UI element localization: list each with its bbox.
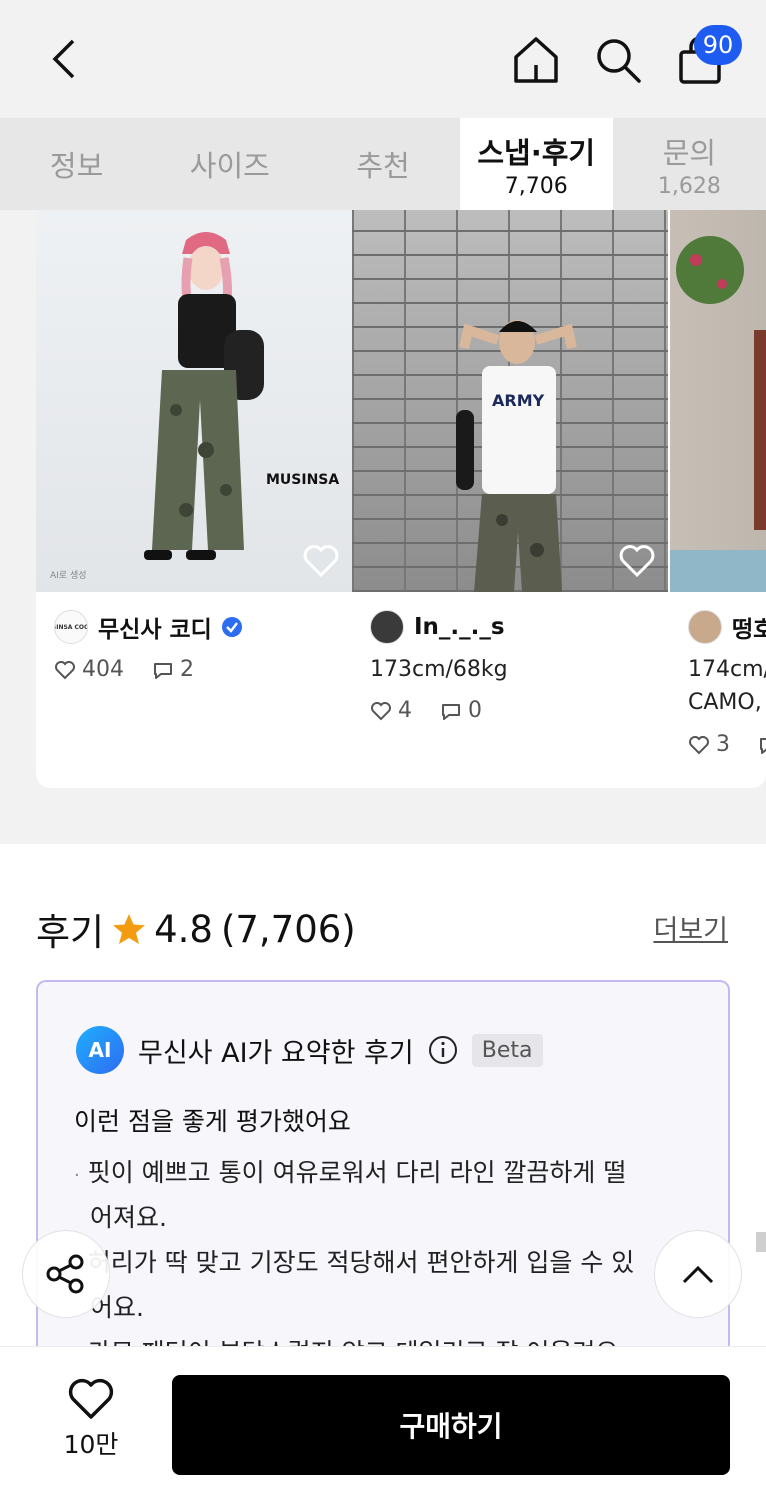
like-stat: 4 <box>370 698 412 723</box>
like-count: 3 <box>716 732 730 757</box>
see-more-link[interactable]: 더보기 <box>653 908 728 947</box>
ai-logo-icon: AI <box>76 1026 124 1074</box>
back-button[interactable] <box>40 34 88 84</box>
tab-label: 사이즈 <box>189 149 270 183</box>
snap-stats: 4 0 <box>370 698 482 723</box>
tab-count: 1,628 <box>657 173 721 199</box>
heart-icon <box>371 701 391 720</box>
like-count: 4 <box>398 698 412 723</box>
image-watermark: MUSINSA <box>266 472 340 488</box>
home-button[interactable] <box>508 32 564 88</box>
wishlist-button[interactable]: 10만 <box>52 1377 130 1467</box>
heart-outline-icon[interactable] <box>618 542 656 578</box>
snap-card[interactable]: 떵호 174cm/ CAMO, 3 <box>670 210 766 788</box>
comment-stat: 0 <box>440 698 482 723</box>
summary-line: 어요. <box>90 1293 144 1322</box>
product-tabs: 정보 사이즈 추천 스냅·후기 7,706 문의 1,628 <box>0 118 766 210</box>
tab-snap-review[interactable]: 스냅·후기 7,706 <box>459 118 613 210</box>
snap-photo[interactable]: ARMY <box>352 210 668 592</box>
bottom-purchase-bar: 10만 구매하기 <box>0 1346 766 1500</box>
buy-button[interactable]: 구매하기 <box>172 1375 730 1475</box>
tab-info[interactable]: 정보 <box>0 118 153 210</box>
search-icon <box>597 39 641 83</box>
snap-card[interactable]: ARMY In_._._s 173cm/68kg 4 0 <box>352 210 668 788</box>
body-info: 173cm/68kg <box>370 657 508 682</box>
model-figure: ARMY <box>456 320 577 592</box>
comment-icon <box>442 703 460 720</box>
scroll-top-button[interactable] <box>654 1230 742 1318</box>
comment-icon <box>760 737 766 754</box>
heart-icon <box>689 735 709 754</box>
snap-photo[interactable] <box>670 210 766 592</box>
snap-author[interactable]: In_._._s <box>370 610 505 644</box>
top-header: 90 <box>0 0 766 118</box>
tab-label: 스냅·후기 <box>477 135 596 170</box>
share-button[interactable] <box>22 1230 110 1318</box>
summary-line: 어져요. <box>90 1203 167 1232</box>
review-header: 후기 4.8 (7,706) <box>36 902 356 956</box>
tab-recommend[interactable]: 추천 <box>306 118 459 210</box>
tab-inquiry[interactable]: 문의 1,628 <box>613 118 766 210</box>
comment-count: 2 <box>180 657 194 682</box>
star-icon <box>113 914 146 944</box>
author-name: 떵호 <box>732 617 766 643</box>
scrollbar-thumb[interactable] <box>756 1232 766 1252</box>
svg-text:ARMY: ARMY <box>492 391 545 410</box>
heart-outline-icon[interactable] <box>302 542 340 578</box>
snap-stats: 3 <box>688 732 766 757</box>
tab-size[interactable]: 사이즈 <box>153 118 306 210</box>
chevron-left-icon <box>52 39 75 79</box>
tab-label: 정보 <box>49 149 104 183</box>
snap-stats: 404 2 <box>54 657 194 682</box>
tab-label: 추천 <box>356 149 410 183</box>
wishlist-count: 10만 <box>63 1430 119 1459</box>
chevron-up-icon <box>682 1265 714 1284</box>
author-name: In_._._s <box>414 614 505 640</box>
snap-carousel[interactable]: MUSINSA AI로 생성 MUSINSA COORDI 무신사 코디 404… <box>36 210 766 788</box>
cart-count-badge: 90 <box>694 25 742 65</box>
avatar <box>370 610 404 644</box>
heart-outline-icon <box>68 1378 114 1419</box>
summary-line: · 핏이 예쁘고 통이 여유로워서 다리 라인 깔끔하게 떨 <box>74 1158 627 1187</box>
home-icon <box>514 37 558 83</box>
snap-card[interactable]: MUSINSA AI로 생성 MUSINSA COORDI 무신사 코디 404… <box>36 210 352 788</box>
ai-generated-caption: AI로 생성 <box>50 571 87 581</box>
like-stat: 3 <box>688 732 730 757</box>
ai-summary-card: AI 무신사 AI가 요약한 후기 Beta 이런 점을 좋게 평가했어요 · 핏… <box>36 980 730 1380</box>
comment-icon <box>154 662 172 679</box>
avatar: MUSINSA COORDI <box>54 610 88 644</box>
ai-summary-header: AI 무신사 AI가 요약한 후기 Beta <box>76 1026 543 1074</box>
review-rating: 4.8 <box>154 907 213 951</box>
info-icon[interactable] <box>428 1035 458 1065</box>
like-stat: 404 <box>54 657 124 682</box>
beta-badge: Beta <box>471 1033 543 1067</box>
review-count: (7,706) <box>220 907 356 951</box>
ai-summary-title: 무신사 AI가 요약한 후기 <box>138 1037 414 1069</box>
ai-summary-subtitle: 이런 점을 좋게 평가했어요 <box>74 1107 351 1136</box>
snap-author[interactable]: MUSINSA COORDI 무신사 코디 <box>54 610 242 644</box>
like-count: 404 <box>82 657 124 682</box>
tab-label: 문의 <box>662 135 717 170</box>
comment-stat: 2 <box>152 657 194 682</box>
snap-extra-text: CAMO, <box>688 690 762 715</box>
comment-count: 0 <box>468 698 482 723</box>
heart-icon <box>55 660 75 679</box>
summary-line: ·허리가 딱 맞고 기장도 적당해서 편안하게 입을 수 있 <box>74 1248 635 1277</box>
street-scene <box>670 236 766 592</box>
share-icon <box>46 1254 84 1294</box>
snap-author[interactable]: 떵호 <box>688 610 766 644</box>
avatar <box>688 610 722 644</box>
review-title: 후기 <box>36 911 105 954</box>
search-button[interactable] <box>590 32 646 88</box>
snap-photo[interactable]: MUSINSA AI로 생성 <box>36 210 352 592</box>
comment-stat <box>758 735 766 755</box>
body-info: 174cm/ <box>688 657 766 682</box>
verified-badge-icon <box>221 617 242 637</box>
model-figure <box>144 232 264 560</box>
tab-count: 7,706 <box>504 173 568 199</box>
author-name: 무신사 코디 <box>98 617 212 643</box>
